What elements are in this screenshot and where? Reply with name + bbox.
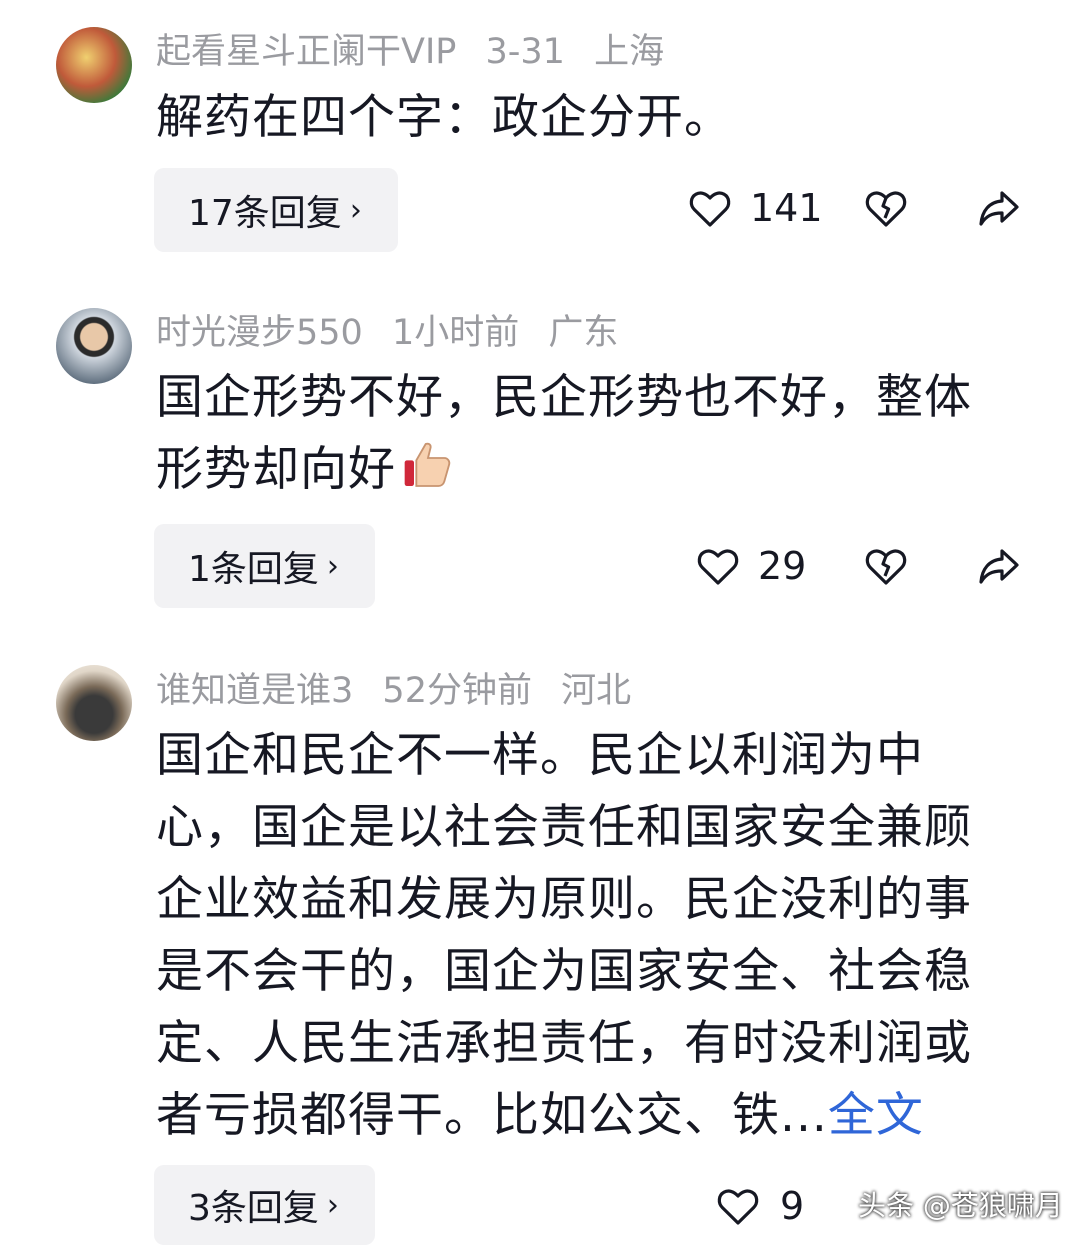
expand-full-text-link[interactable]: 全文 <box>828 1088 924 1143</box>
avatar[interactable] <box>56 308 132 384</box>
comment-body: 国企形势不好，民企形势也不好，整体形势却向好 <box>156 370 972 497</box>
comment-meta: 谁知道是谁3 52分钟前 河北 <box>156 671 649 711</box>
watermark: 头条 @苍狼啸月 <box>858 1189 1063 1222</box>
comment-time: 3-31 <box>485 32 565 72</box>
avatar[interactable] <box>56 27 132 103</box>
comment-actions: 141 <box>0 184 1080 244</box>
comment-body: 国企和民企不一样。民企以利润为中心，国企是以社会责任和国家安全兼顾企业效益和发展… <box>156 728 972 1143</box>
share-icon[interactable] <box>975 542 1023 590</box>
like-count: 141 <box>750 186 823 230</box>
comment-location: 广东 <box>548 313 619 353</box>
share-icon[interactable] <box>975 184 1023 232</box>
broken-heart-icon[interactable] <box>862 542 910 590</box>
comment-actions: 29 <box>0 542 1080 602</box>
heart-icon[interactable] <box>686 184 734 232</box>
like-count: 29 <box>758 544 807 588</box>
heart-icon[interactable] <box>714 1182 762 1230</box>
username[interactable]: 谁知道是谁3 <box>156 671 353 711</box>
comment-meta: 时光漫步550 1小时前 广东 <box>156 313 636 353</box>
broken-heart-icon[interactable] <box>862 184 910 232</box>
heart-icon[interactable] <box>694 542 742 590</box>
comment-text: 解药在四个字：政企分开。 <box>156 90 732 145</box>
comment-meta: 起看星斗正阑干VIP 3-31 上海 <box>156 32 682 72</box>
comment-location: 上海 <box>594 32 665 72</box>
comment-text: 国企和民企不一样。民企以利润为中心，国企是以社会责任和国家安全兼顾企业效益和发展… <box>156 720 996 1152</box>
comment-time: 1小时前 <box>391 313 520 353</box>
username[interactable]: 起看星斗正阑干VIP <box>156 32 456 72</box>
thumbs-up-emoji-icon <box>400 437 456 493</box>
username[interactable]: 时光漫步550 <box>156 313 363 353</box>
comment-text: 国企形势不好，民企形势也不好，整体形势却向好 <box>156 362 996 506</box>
comment-location: 河北 <box>561 671 632 711</box>
comment-time: 52分钟前 <box>382 671 532 711</box>
like-count: 9 <box>780 1184 805 1228</box>
avatar[interactable] <box>56 665 132 741</box>
